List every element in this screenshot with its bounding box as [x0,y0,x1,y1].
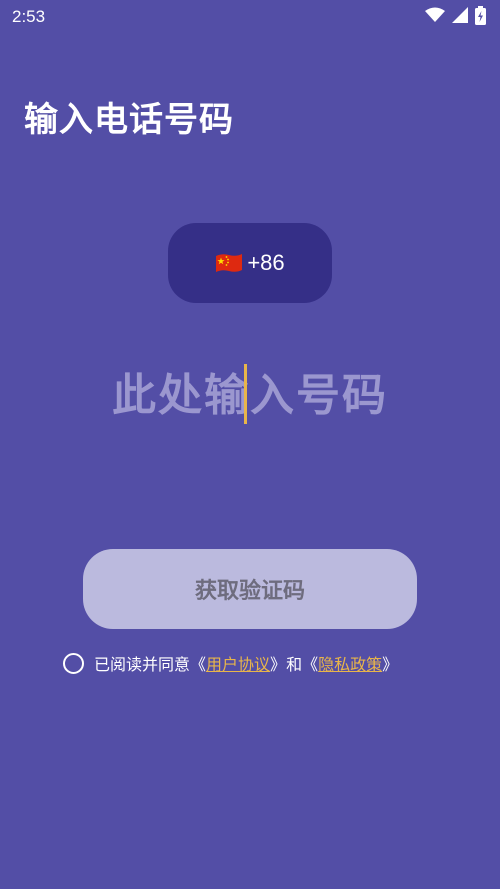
status-time: 2:53 [12,7,46,26]
signal-icon [451,6,469,28]
agreement-close-quote: 》 [270,655,287,674]
country-code: +86 [247,250,285,275]
china-flag-icon [215,253,243,273]
battery-charging-icon [475,5,486,29]
text-cursor [244,364,247,424]
agreement-close-quote-2: 》 [382,655,399,674]
get-verification-code-button[interactable]: 获取验证码 [83,549,417,629]
status-bar: 2:53 [0,0,500,34]
privacy-policy-link[interactable]: 隐私政策 [318,651,382,675]
agreement-row: 已阅读并同意 《 用户协议 》 和 《 隐私政策 》 [63,650,398,676]
page-title: 输入电话号码 [24,100,234,140]
agreement-conjunction: 和 [286,655,303,674]
phone-input[interactable]: 此处输入号码 [0,355,500,427]
status-icons [425,5,486,29]
agreement-open-quote-2: 《 [302,655,319,674]
user-agreement-link[interactable]: 用户协议 [206,651,270,675]
phone-input-placeholder: 此处输入号码 [112,359,388,424]
country-code-selector[interactable]: +86 [168,223,332,303]
agree-checkbox[interactable] [63,652,84,674]
wifi-icon [425,7,445,27]
agreement-open-quote: 《 [190,655,207,674]
agreement-prefix: 已阅读并同意 [94,655,191,674]
